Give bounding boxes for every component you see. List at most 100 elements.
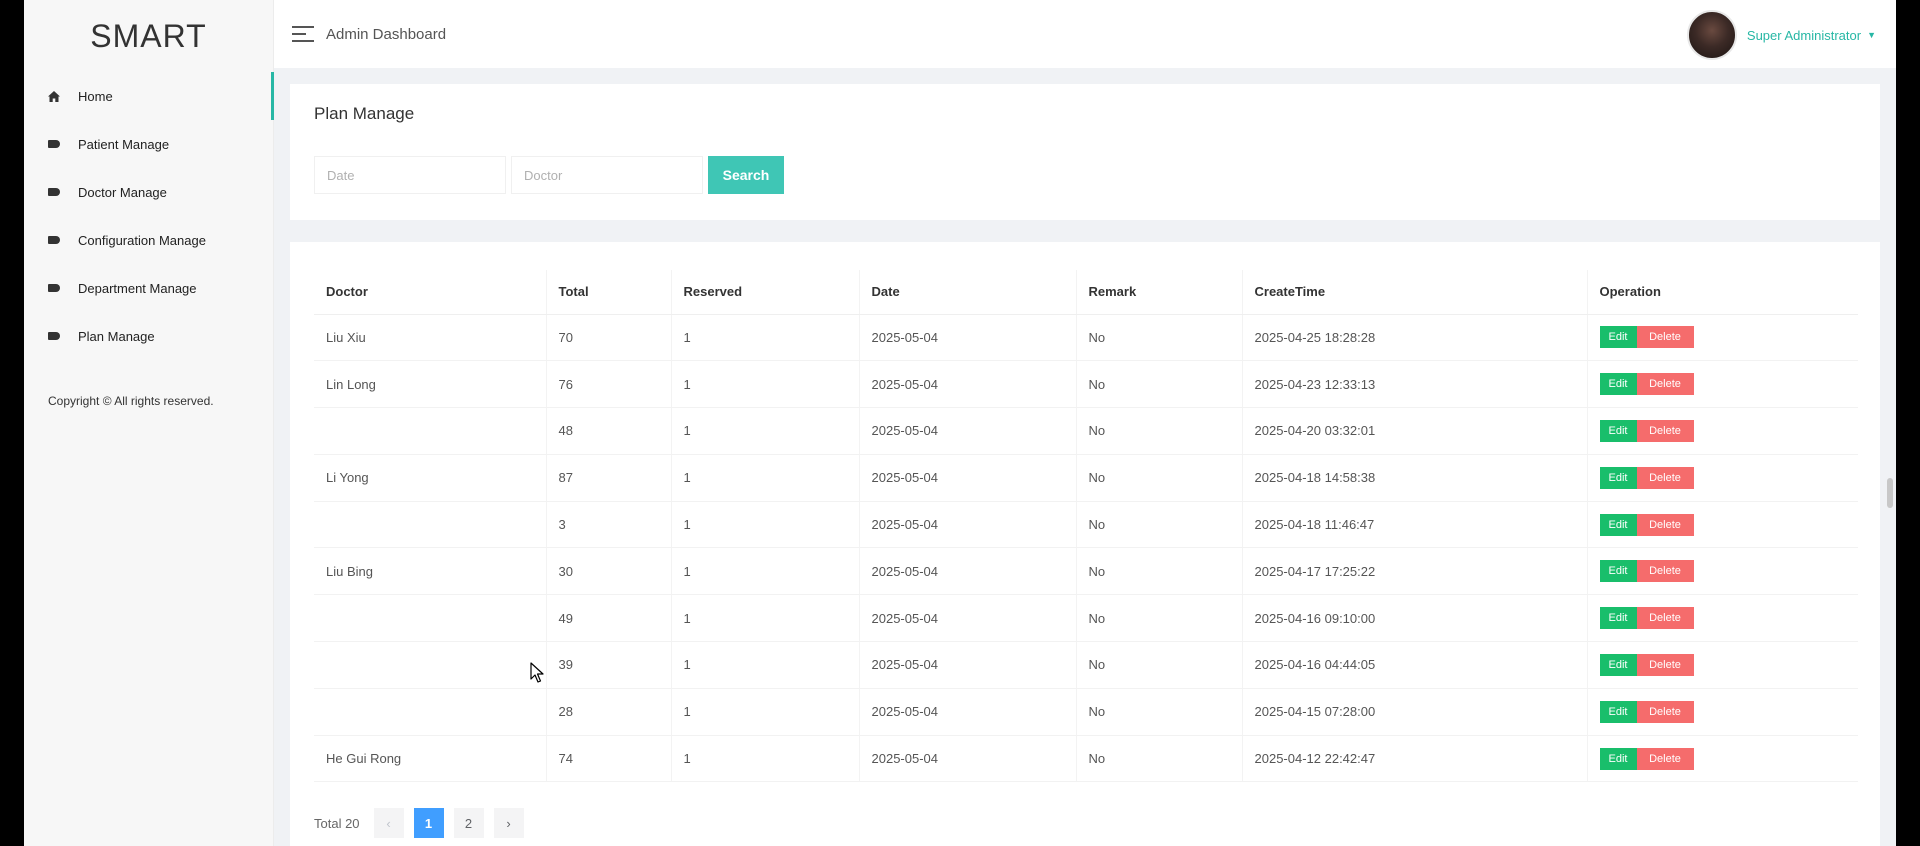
sidebar-item-home[interactable]: Home — [24, 72, 274, 120]
delete-button[interactable]: Delete — [1636, 373, 1694, 396]
cell-reserved: 1 — [671, 735, 860, 783]
edit-button[interactable]: Edit — [1599, 700, 1637, 723]
delete-button[interactable]: Delete — [1636, 326, 1694, 349]
user-menu[interactable]: Super Administrator ▼ — [1686, 10, 1876, 60]
cell-date: 2025-05-04 — [859, 314, 1077, 362]
delete-button[interactable]: Delete — [1636, 419, 1694, 442]
cell-total: 3 — [546, 501, 672, 549]
cell-doctor: Liu Xiu — [314, 314, 547, 362]
sidebar-item-label: Home — [78, 88, 113, 104]
next-page-button[interactable]: › — [493, 808, 524, 838]
cell-operation: Edit Delete — [1587, 641, 1858, 689]
sidebar: SMART Home Patient Manage Doctor Manage … — [24, 0, 274, 846]
delete-button[interactable]: Delete — [1636, 560, 1694, 583]
plan-table-panel: Doctor Total Reserved Date Remark Create… — [290, 242, 1880, 846]
prev-page-button[interactable]: ‹ — [373, 808, 404, 838]
page-scrollbar[interactable] — [1884, 0, 1894, 846]
tag-icon — [48, 235, 60, 245]
tag-icon — [48, 331, 60, 341]
cell-create-time: 2025-04-25 18:28:28 — [1242, 314, 1588, 362]
edit-button[interactable]: Edit — [1599, 560, 1637, 583]
breadcrumb: Admin Dashboard — [326, 25, 447, 43]
home-icon — [48, 90, 60, 102]
cell-create-time: 2025-04-16 09:10:00 — [1242, 594, 1588, 643]
doctor-input[interactable] — [511, 156, 703, 194]
pagination: Total 20 ‹ 1 2 › — [314, 808, 534, 838]
cell-date: 2025-05-04 — [859, 641, 1077, 689]
column-header-reserved: Reserved — [671, 270, 860, 315]
cell-date: 2025-05-04 — [859, 407, 1077, 455]
sidebar-item-department-manage[interactable]: Department Manage — [24, 264, 273, 312]
cell-remark: No — [1076, 360, 1243, 409]
cell-total: 87 — [546, 454, 672, 502]
column-header-doctor: Doctor — [314, 270, 547, 315]
cell-operation: Edit Delete — [1587, 547, 1858, 596]
date-input[interactable] — [314, 156, 506, 194]
cell-remark: No — [1076, 454, 1243, 502]
sidebar-item-plan-manage[interactable]: Plan Manage — [24, 312, 273, 360]
app-window: SMART Home Patient Manage Doctor Manage … — [24, 0, 1896, 846]
delete-button[interactable]: Delete — [1636, 466, 1694, 489]
cell-doctor: Li Yong — [314, 454, 547, 502]
table-row: 48 1 2025-05-04 No 2025-04-20 03:32:01 Edit De… — [314, 407, 1858, 455]
cell-total: 48 — [546, 407, 672, 455]
menu-toggle-icon[interactable] — [292, 26, 314, 42]
cell-operation: Edit Delete — [1587, 501, 1858, 549]
edit-button[interactable]: Edit — [1599, 747, 1637, 770]
delete-button[interactable]: Delete — [1636, 607, 1694, 630]
cell-date: 2025-05-04 — [859, 594, 1077, 643]
cell-reserved: 1 — [671, 407, 860, 455]
cell-create-time: 2025-04-16 04:44:05 — [1242, 641, 1588, 689]
edit-button[interactable]: Edit — [1599, 513, 1637, 536]
cell-total: 30 — [546, 547, 672, 596]
cell-operation: Edit Delete — [1587, 454, 1858, 502]
sidebar-item-patient-manage[interactable]: Patient Manage — [24, 120, 273, 168]
edit-button[interactable]: Edit — [1599, 607, 1637, 630]
sidebar-item-configuration-manage[interactable]: Configuration Manage — [24, 216, 273, 264]
mouse-cursor-icon — [530, 662, 544, 683]
table-header-row: Doctor Total Reserved Date Remark Create… — [314, 270, 1858, 315]
delete-button[interactable]: Delete — [1636, 700, 1694, 723]
tag-icon — [48, 139, 60, 149]
table-row: 28 1 2025-05-04 No 2025-04-15 07:28:00 Edit De… — [314, 688, 1858, 736]
cell-create-time: 2025-04-18 14:58:38 — [1242, 454, 1588, 502]
sidebar-item-doctor-manage[interactable]: Doctor Manage — [24, 168, 273, 216]
delete-button[interactable]: Delete — [1636, 513, 1694, 536]
cell-reserved: 1 — [671, 641, 860, 689]
cell-date: 2025-05-04 — [859, 360, 1077, 409]
cell-doctor — [314, 688, 547, 736]
edit-button[interactable]: Edit — [1599, 326, 1637, 349]
edit-button[interactable]: Edit — [1599, 466, 1637, 489]
plan-table: Doctor Total Reserved Date Remark Create… — [314, 270, 1858, 783]
sidebar-item-label: Doctor Manage — [78, 184, 167, 200]
top-header: Admin Dashboard Super Administrator ▼ — [274, 0, 1896, 68]
delete-button[interactable]: Delete — [1636, 653, 1694, 676]
caret-down-icon[interactable]: ▼ — [1867, 30, 1876, 40]
sidebar-item-label: Department Manage — [78, 280, 197, 296]
search-button[interactable]: Search — [708, 156, 784, 194]
page-button-1[interactable]: 1 — [413, 808, 444, 838]
cell-create-time: 2025-04-23 12:33:13 — [1242, 360, 1588, 409]
cell-create-time: 2025-04-12 22:42:47 — [1242, 735, 1588, 783]
edit-button[interactable]: Edit — [1599, 653, 1637, 676]
cell-total: 39 — [546, 641, 672, 689]
cell-total: 28 — [546, 688, 672, 736]
edit-button[interactable]: Edit — [1599, 373, 1637, 396]
cell-doctor — [314, 407, 547, 455]
column-header-create-time: CreateTime — [1242, 270, 1588, 315]
page-button-2[interactable]: 2 — [453, 808, 484, 838]
cell-reserved: 1 — [671, 314, 860, 362]
cell-remark: No — [1076, 501, 1243, 549]
sidebar-item-label: Configuration Manage — [78, 232, 206, 248]
cell-reserved: 1 — [671, 547, 860, 596]
avatar[interactable] — [1686, 10, 1737, 60]
cell-remark: No — [1076, 547, 1243, 596]
cell-date: 2025-05-04 — [859, 501, 1077, 549]
column-header-total: Total — [546, 270, 672, 315]
scrollbar-thumb[interactable] — [1887, 478, 1893, 508]
delete-button[interactable]: Delete — [1636, 747, 1694, 770]
edit-button[interactable]: Edit — [1599, 419, 1637, 442]
user-name[interactable]: Super Administrator — [1747, 28, 1861, 43]
cell-doctor: Lin Long — [314, 360, 547, 409]
table-row: Liu Xiu 70 1 2025-05-04 No 2025-04-25 18:28:2… — [314, 314, 1858, 362]
